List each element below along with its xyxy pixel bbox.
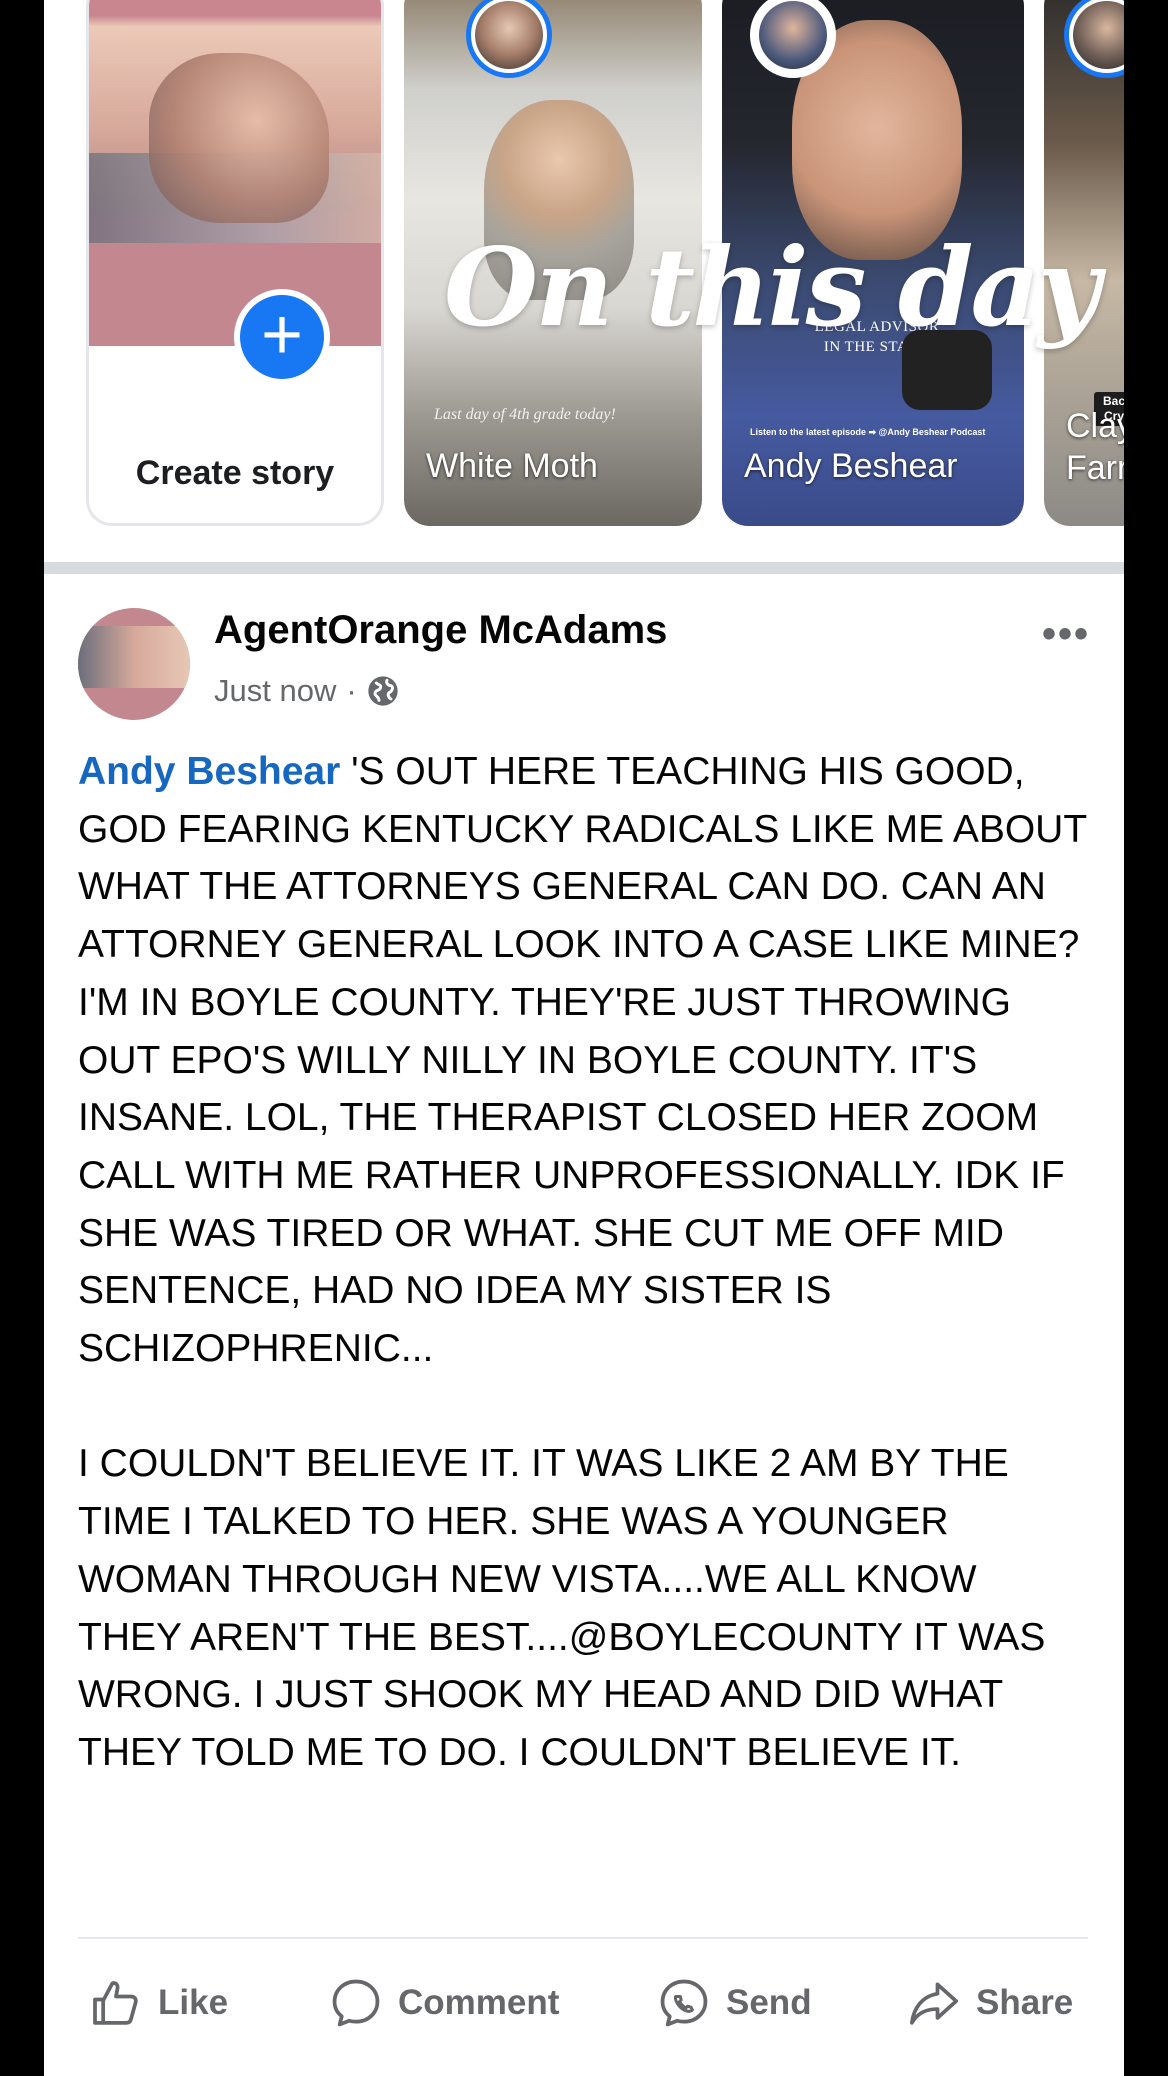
send-button[interactable]: Send bbox=[656, 1968, 812, 2038]
story-name: Andy Beshear bbox=[744, 447, 958, 485]
post-author-name[interactable]: AgentOrange McAdams bbox=[214, 608, 667, 653]
create-story-photo bbox=[89, 0, 381, 346]
on-this-day-overlay: On this day bbox=[444, 225, 1100, 351]
avatar bbox=[466, 0, 552, 78]
story-name: Clay Farr bbox=[1066, 407, 1124, 487]
comment-button[interactable]: Comment bbox=[328, 1968, 559, 2038]
like-button[interactable]: Like bbox=[88, 1968, 228, 2038]
post-timestamp[interactable]: Just now bbox=[214, 673, 336, 709]
photo-shape bbox=[149, 53, 329, 223]
post-paragraph: I COULDN'T BELIEVE IT. IT WAS LIKE 2 AM … bbox=[78, 1442, 1046, 1774]
post-meta: Just now · bbox=[214, 673, 399, 709]
story-name: White Moth bbox=[426, 447, 598, 485]
facebook-feed: + Create story Last day of 4th grade tod… bbox=[44, 0, 1124, 2076]
send-label: Send bbox=[726, 1983, 812, 2022]
divider bbox=[78, 1937, 1088, 1939]
avatar bbox=[1064, 0, 1124, 78]
create-story-card[interactable]: + Create story bbox=[86, 0, 384, 526]
post-actions-bar: Like Comment Send Share bbox=[44, 1968, 1124, 2038]
globe-icon bbox=[368, 676, 398, 706]
avatar[interactable] bbox=[78, 608, 190, 720]
share-button[interactable]: Share bbox=[906, 1968, 1073, 2038]
thumbs-up-icon bbox=[93, 1981, 138, 2025]
post-paragraph-text: 'S OUT HERE TEACHING HIS GOOD, GOD FEARI… bbox=[78, 750, 1087, 1371]
comment-label: Comment bbox=[398, 1983, 560, 2022]
story-footer: Listen to the latest episode ➡ @Andy Bes… bbox=[750, 427, 986, 437]
post-text: Andy Beshear 'S OUT HERE TEACHING HIS GO… bbox=[78, 743, 1088, 1782]
divider bbox=[44, 562, 1124, 574]
like-label: Like bbox=[158, 1983, 229, 2022]
comment-icon bbox=[332, 1979, 380, 2027]
story-caption: Last day of 4th grade today! bbox=[434, 406, 616, 423]
share-label: Share bbox=[976, 1983, 1074, 2022]
create-story-label: Create story bbox=[135, 454, 335, 492]
messenger-icon bbox=[660, 1979, 708, 2027]
meta-separator: · bbox=[346, 673, 357, 708]
plus-icon[interactable]: + bbox=[234, 289, 330, 385]
post-paragraph: Andy Beshear 'S OUT HERE TEACHING HIS GO… bbox=[78, 743, 1088, 1378]
mention-link[interactable]: Andy Beshear bbox=[78, 750, 340, 793]
stories-strip: + Create story Last day of 4th grade tod… bbox=[44, 0, 1124, 560]
share-arrow-icon bbox=[909, 1982, 959, 2025]
more-options-icon[interactable]: ••• bbox=[1042, 612, 1090, 657]
